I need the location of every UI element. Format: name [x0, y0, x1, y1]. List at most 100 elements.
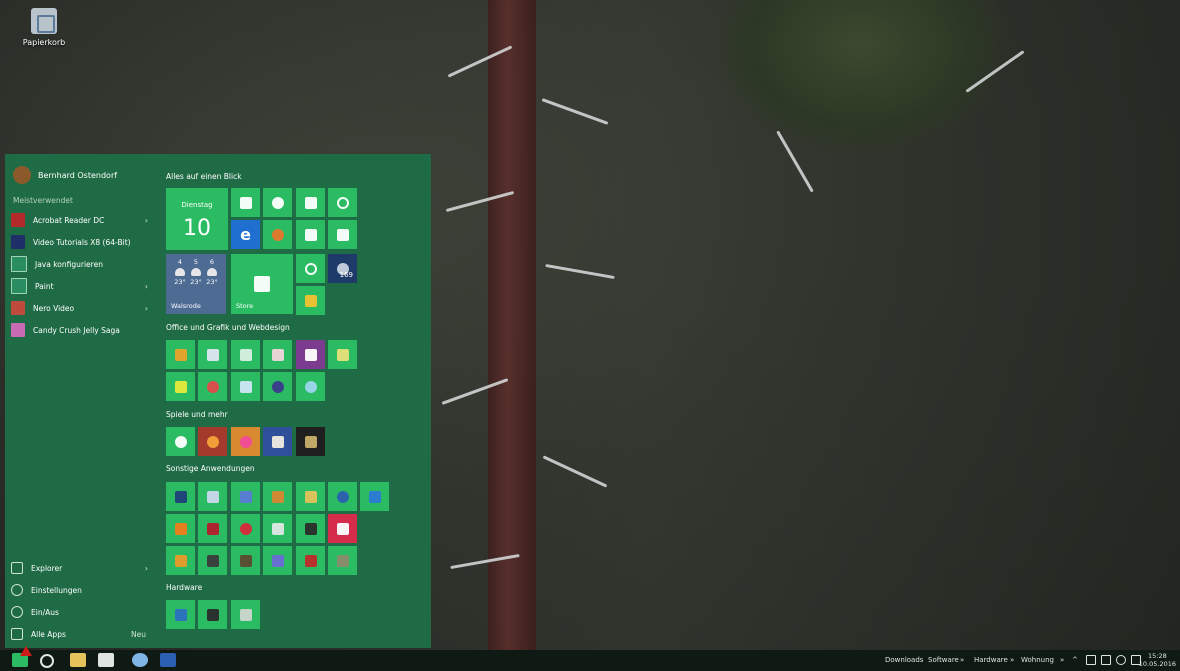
chevron-right-icon[interactable]: ›: [145, 304, 148, 313]
chevron-right-icon[interactable]: ›: [145, 282, 148, 291]
photos-tile[interactable]: [296, 188, 325, 217]
other-tile-5[interactable]: [296, 482, 325, 511]
office-tile-6[interactable]: [296, 372, 325, 401]
wallpaper-stem: [488, 0, 536, 650]
edge-tile[interactable]: e: [231, 220, 260, 249]
other-tile-6[interactable]: [328, 482, 357, 511]
candy-crush-tile[interactable]: [198, 427, 227, 456]
app-item-video-tutorials[interactable]: Video Tutorials X8 (64-Bit): [11, 232, 156, 252]
office-tile-3[interactable]: [198, 372, 227, 401]
excel-icon: [239, 348, 252, 361]
chevron-right-icon[interactable]: ›: [145, 564, 148, 573]
search-icon[interactable]: [40, 654, 54, 668]
other-tile-1[interactable]: [166, 482, 195, 511]
access-tile[interactable]: [263, 340, 292, 369]
chart-icon: [368, 490, 381, 503]
settings-button[interactable]: Einstellungen: [11, 580, 156, 600]
weather-city: Walsrode: [171, 302, 201, 310]
filezilla-tile[interactable]: [296, 546, 325, 575]
app-label: Acrobat Reader DC: [33, 215, 105, 225]
toolbar-hardware[interactable]: Hardware: [974, 656, 1008, 664]
chevron-right-icon[interactable]: ›: [145, 216, 148, 225]
network-icon[interactable]: [1086, 655, 1096, 665]
chevron-up-icon[interactable]: ^: [1072, 656, 1078, 664]
user-account[interactable]: Bernhard Ostendorf: [13, 166, 117, 184]
groove-tile[interactable]: [296, 254, 325, 283]
toolbar-software[interactable]: Software: [928, 656, 959, 664]
onenote-tile[interactable]: [296, 340, 325, 369]
browser-taskbar-icon[interactable]: [132, 653, 148, 667]
word-tile[interactable]: [198, 340, 227, 369]
other-tile-4[interactable]: [263, 482, 292, 511]
pen-icon: [174, 380, 187, 393]
app-item-java[interactable]: Java konfigurieren: [11, 254, 156, 274]
folder-icon: [11, 562, 23, 574]
settings-label: Einstellungen: [31, 585, 82, 595]
other-tile-14[interactable]: [166, 546, 195, 575]
maps-tile[interactable]: [296, 286, 325, 315]
cortana-tile[interactable]: [328, 188, 357, 217]
app-item-nero-video[interactable]: Nero Video ›: [11, 298, 156, 318]
other-tile-15[interactable]: [198, 546, 227, 575]
other-tile-16[interactable]: [231, 546, 260, 575]
power-button[interactable]: Ein/Aus: [11, 602, 156, 622]
calculator-icon: [304, 228, 317, 241]
excel-tile[interactable]: [231, 340, 260, 369]
other-tile-3[interactable]: [231, 482, 260, 511]
vlc-tile[interactable]: [166, 514, 195, 543]
chevron-icon[interactable]: »: [960, 656, 964, 664]
office-tile-5[interactable]: [263, 372, 292, 401]
other-tile-12[interactable]: [296, 514, 325, 543]
volume-icon[interactable]: [1116, 655, 1126, 665]
office-tile-4[interactable]: [231, 372, 260, 401]
chevron-icon[interactable]: »: [1060, 656, 1064, 664]
maps-icon: [304, 294, 317, 307]
hardware-tile-2[interactable]: [198, 600, 227, 629]
app-item-acrobat[interactable]: Acrobat Reader DC ›: [11, 210, 156, 230]
calculator-tile[interactable]: [296, 220, 325, 249]
image-app-tile[interactable]: [328, 340, 357, 369]
other-tile-2[interactable]: [198, 482, 227, 511]
other-tile-13[interactable]: [328, 514, 357, 543]
explorer-button[interactable]: Explorer ›: [11, 558, 156, 578]
app-label: Video Tutorials X8 (64-Bit): [33, 237, 131, 247]
app-tile-badge[interactable]: 169: [328, 254, 357, 283]
firefox-tile[interactable]: [263, 220, 292, 249]
other-tile-7[interactable]: [360, 482, 389, 511]
other-tile-17[interactable]: [263, 546, 292, 575]
office-tile-2[interactable]: [166, 372, 195, 401]
chevron-icon[interactable]: »: [1010, 656, 1014, 664]
candy-crush-soda-tile[interactable]: [231, 427, 260, 456]
camera-tile[interactable]: [328, 220, 357, 249]
xbox-tile[interactable]: [166, 427, 195, 456]
weather-tile[interactable]: 4 23° 5 23° 6 23° Walsrode: [166, 254, 226, 314]
group-title-overview: Alles auf einen Blick: [166, 172, 242, 181]
other-tile-19[interactable]: [328, 546, 357, 575]
settings-tile[interactable]: [263, 188, 292, 217]
app-item-candy-crush[interactable]: Candy Crush Jelly Saga: [11, 320, 156, 340]
file-explorer-icon[interactable]: [70, 653, 86, 667]
store-taskbar-icon[interactable]: [98, 653, 114, 667]
game-tile[interactable]: [296, 427, 325, 456]
calendar-tile[interactable]: Dienstag 10: [166, 188, 228, 250]
other-tile-10[interactable]: [231, 514, 260, 543]
hardware-tile-3[interactable]: [231, 600, 260, 629]
toolbar-downloads[interactable]: Downloads: [885, 656, 923, 664]
other-tile-9[interactable]: [198, 514, 227, 543]
all-apps-button[interactable]: Alle Apps Neu: [11, 624, 156, 644]
store-tile[interactable]: Store: [231, 254, 293, 314]
taskbar-clock[interactable]: 15:28 10.05.2016: [1139, 652, 1176, 668]
toolbar-wohnung[interactable]: Wohnung: [1021, 656, 1054, 664]
other-tile-11[interactable]: [263, 514, 292, 543]
hardware-tile-1[interactable]: [166, 600, 195, 629]
app-item-paint[interactable]: Paint ›: [11, 276, 156, 296]
app-label: Paint: [35, 281, 54, 291]
word-taskbar-icon[interactable]: [160, 653, 176, 667]
app-icon: [271, 522, 284, 535]
doc-icon: [239, 380, 252, 393]
display-icon[interactable]: [1101, 655, 1111, 665]
outlook-tile[interactable]: [166, 340, 195, 369]
recycle-bin-shortcut[interactable]: Papierkorb: [14, 8, 74, 47]
mail-tile[interactable]: [231, 188, 260, 217]
solitaire-tile[interactable]: [263, 427, 292, 456]
